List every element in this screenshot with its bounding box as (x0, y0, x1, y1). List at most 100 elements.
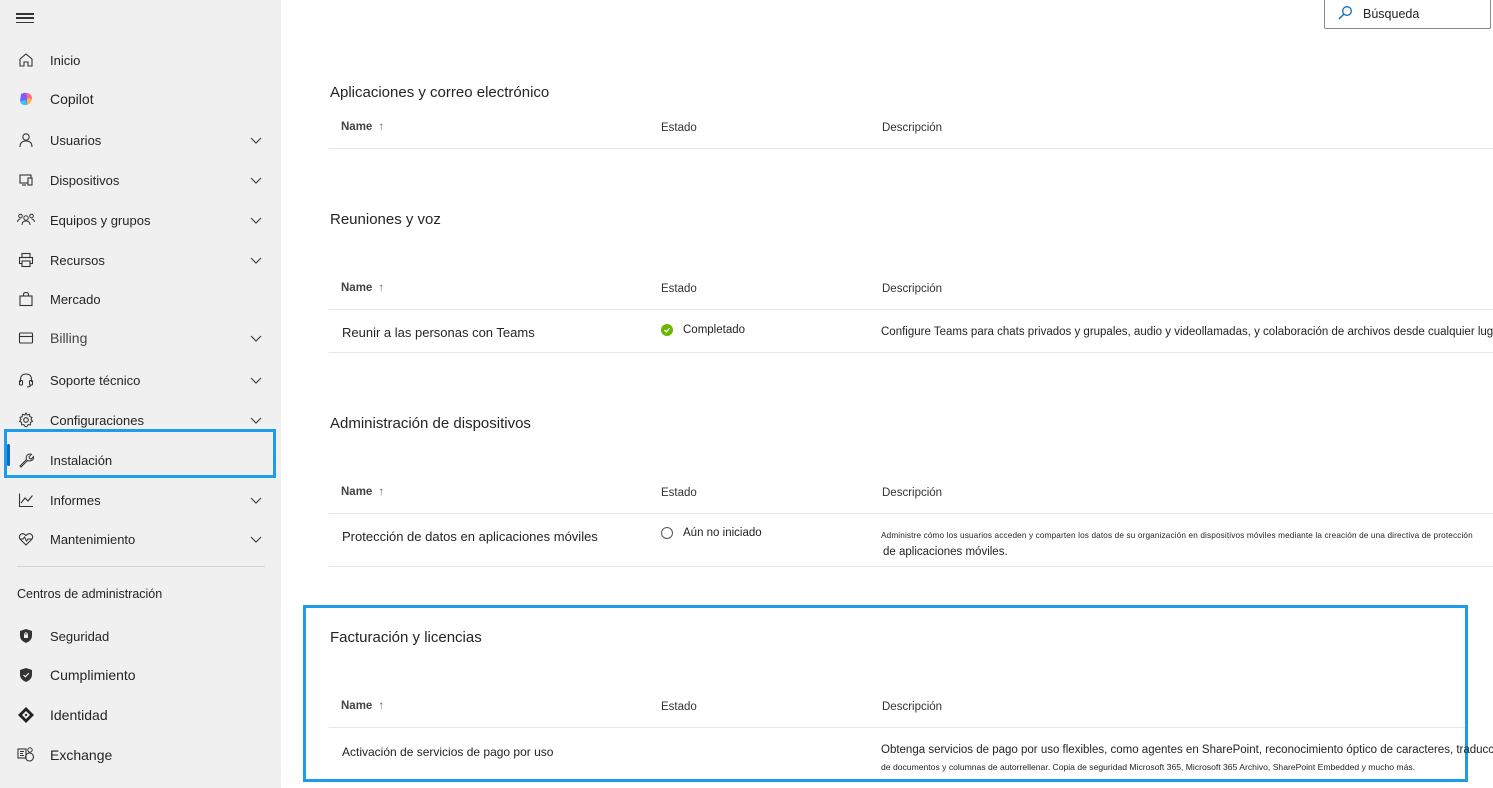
chevron-down-icon[interactable] (249, 493, 263, 507)
sidebar-item-label: Usuarios (50, 132, 102, 148)
divider (329, 309, 1493, 310)
sidebar-item-usuarios[interactable]: Usuarios (0, 122, 281, 158)
sidebar-item-cumplimiento[interactable]: Cumplimiento (0, 657, 281, 693)
section-title: Administración de dispositivos (330, 415, 531, 432)
sort-arrow-icon: ↑ (378, 282, 385, 294)
sidebar-item-mercado[interactable]: Mercado (0, 281, 281, 317)
column-header-estado[interactable]: Estado (661, 283, 697, 295)
instalacion-highlight (4, 429, 276, 478)
table-row-description: Administre cómo los usuarios acceden y c… (881, 531, 1473, 540)
chart-line-icon (17, 491, 35, 509)
column-header-label: Name (341, 700, 373, 712)
status-badge: Aún no iniciado (661, 527, 762, 539)
status-badge: Completado (661, 324, 745, 336)
section-title: Facturación y licencias (330, 629, 482, 646)
table-row-name[interactable]: Protección de datos en aplicaciones móvi… (342, 529, 598, 544)
sidebar-item-label: Mercado (50, 291, 101, 307)
gear-icon (17, 411, 35, 429)
sidebar-item-identidad[interactable]: Identidad (0, 697, 281, 733)
divider (329, 513, 1493, 514)
column-header-descripcion[interactable]: Descripción (882, 122, 942, 134)
sidebar-item-label: Identidad (50, 707, 108, 723)
sidebar-item-label: Billing (50, 330, 88, 346)
table-row-description: de aplicaciones móviles. (883, 546, 1008, 558)
sidebar-item-equipos-y-grupos[interactable]: Equipos y grupos (0, 202, 281, 238)
column-header-name[interactable]: Name ↑ (341, 121, 384, 133)
shield-compliance-icon (17, 666, 35, 684)
sidebar-item-label: Informes (50, 492, 101, 508)
chevron-down-icon[interactable] (249, 173, 263, 187)
shield-icon (17, 627, 35, 645)
people-team-icon (17, 211, 35, 229)
sort-arrow-icon: ↑ (378, 121, 385, 133)
copilot-icon (17, 90, 35, 108)
column-header-descripcion[interactable]: Descripción (882, 283, 942, 295)
sidebar-item-inicio[interactable]: Inicio (0, 42, 281, 78)
chevron-down-icon[interactable] (249, 373, 263, 387)
printer-icon (17, 251, 35, 269)
menu-toggle-icon[interactable] (16, 10, 34, 26)
column-header-descripcion[interactable]: Descripción (882, 701, 942, 713)
divider (329, 352, 1493, 353)
chevron-down-icon[interactable] (249, 331, 263, 345)
sidebar-item-label: Soporte técnico (50, 372, 141, 388)
chevron-down-icon[interactable] (249, 133, 263, 147)
sidebar-item-label: Seguridad (50, 628, 110, 644)
chevron-down-icon[interactable] (249, 253, 263, 267)
empty-circle-icon (661, 527, 673, 539)
table-row-description: Configure Teams para chats privados y gr… (881, 326, 1493, 338)
column-header-descripcion[interactable]: Descripción (882, 487, 942, 499)
sort-arrow-icon: ↑ (378, 700, 385, 712)
sidebar-item-label: Configuraciones (50, 412, 144, 428)
status-label: Aún no iniciado (683, 527, 762, 539)
headset-icon (17, 371, 35, 389)
person-icon (17, 131, 35, 149)
table-row-description: Obtenga servicios de pago por uso flexib… (881, 744, 1493, 756)
table-row-name[interactable]: Reunir a las personas con Teams (342, 325, 535, 340)
column-header-estado[interactable]: Estado (661, 122, 697, 134)
sidebar-item-billing[interactable]: Billing (0, 320, 281, 356)
heart-pulse-icon (17, 530, 35, 548)
column-header-name[interactable]: Name ↑ (341, 282, 384, 294)
search-box[interactable]: Búsqueda (1324, 0, 1491, 29)
section-title: Aplicaciones y correo electrónico (330, 84, 550, 101)
column-header-name[interactable]: Name ↑ (341, 486, 384, 498)
column-header-estado[interactable]: Estado (661, 701, 697, 713)
section-title: Reuniones y voz (330, 211, 441, 228)
status-label: Completado (683, 324, 746, 336)
sidebar-item-label: Copilot (50, 91, 94, 107)
sidebar-item-label: Mantenimiento (50, 531, 136, 547)
sidebar-item-recursos[interactable]: Recursos (0, 242, 281, 278)
table-row-description: de documentos y columnas de autorrellena… (881, 762, 1416, 772)
sidebar-item-label: Cumplimiento (50, 667, 136, 683)
search-input[interactable]: Búsqueda (1363, 7, 1419, 21)
search-icon (1337, 5, 1353, 26)
sidebar-item-dispositivos[interactable]: Dispositivos (0, 162, 281, 198)
shopping-bag-icon (17, 290, 35, 308)
chevron-down-icon[interactable] (249, 413, 263, 427)
sidebar-nav: Inicio Copilot Usuarios Dispositivos Equ… (0, 0, 281, 788)
chevron-down-icon[interactable] (249, 532, 263, 546)
divider (329, 727, 1465, 728)
sidebar-item-label: Recursos (50, 252, 105, 268)
column-header-label: Name (341, 486, 373, 498)
sidebar-item-copilot[interactable]: Copilot (0, 81, 281, 117)
table-row-name[interactable]: Activación de servicios de pago por uso (342, 745, 553, 759)
divider (329, 148, 1493, 149)
sidebar-item-seguridad[interactable]: Seguridad (0, 618, 281, 654)
column-header-label: Name (341, 282, 373, 294)
column-header-name[interactable]: Name ↑ (341, 700, 384, 712)
sidebar-item-soporte-tecnico[interactable]: Soporte técnico (0, 362, 281, 398)
sidebar-item-label: Exchange (50, 747, 113, 763)
divider (329, 566, 1493, 567)
sidebar-item-exchange[interactable]: Exchange (0, 737, 281, 773)
column-header-label: Name (341, 121, 373, 133)
sidebar-item-label: Dispositivos (50, 172, 120, 188)
sidebar-item-informes[interactable]: Informes (0, 482, 281, 518)
sidebar-divider (17, 566, 265, 567)
sidebar-item-label: Inicio (50, 52, 81, 68)
sort-arrow-icon: ↑ (378, 486, 385, 498)
sidebar-item-mantenimiento[interactable]: Mantenimiento (0, 521, 281, 557)
column-header-estado[interactable]: Estado (661, 487, 697, 499)
chevron-down-icon[interactable] (249, 213, 263, 227)
